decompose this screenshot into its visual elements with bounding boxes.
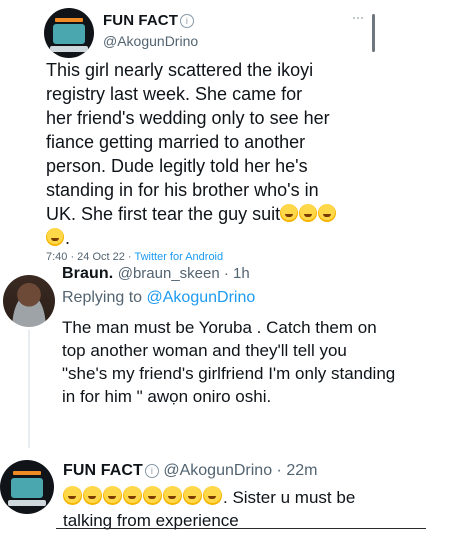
laughing-emoji-icon [163, 486, 182, 505]
reply2-line-text: . Sister u must be [223, 488, 356, 507]
tweet-body: This girl nearly scattered the ikoyi reg… [46, 58, 376, 250]
laughing-emoji-icon [318, 204, 337, 222]
reply-handle-time[interactable]: @braun_skeen · 1h [118, 265, 250, 282]
tweet-source-link[interactable]: Twitter for Android [134, 251, 223, 263]
laughing-emoji-icon [203, 486, 222, 505]
replying-to: Replying to @AkogunDrino [62, 289, 255, 307]
info-circle-icon: i [179, 14, 194, 28]
thread-line [28, 330, 30, 448]
reply2-line: . Sister u must be [63, 486, 463, 509]
tweet-line: her friend's wedding only to see her [46, 108, 330, 128]
tweet-line: This girl nearly scattered the ikoyi [46, 60, 314, 80]
tweet-line: registry last week. She came for [46, 84, 303, 104]
tweet-meta: 7:40 · 24 Oct 22 · Twitter for Android [46, 251, 223, 263]
reply-body: The man must be Yoruba . Catch them on t… [62, 316, 462, 408]
avatar[interactable] [3, 275, 55, 327]
tweet-line-text: UK. She first tear the guy suit [46, 204, 281, 224]
laughing-emoji-icon [143, 486, 162, 505]
reply2-handle-time[interactable]: @AkogunDrino · 22m [163, 462, 317, 479]
tweet-line-last: UK. She first tear the guy suit [46, 202, 376, 226]
reply2-body: . Sister u must be talking from experien… [63, 486, 463, 532]
reply-line: The man must be Yoruba . Catch them on [62, 318, 377, 337]
replying-to-prefix: Replying to [62, 289, 147, 306]
scrollbar[interactable] [372, 14, 375, 52]
avatar[interactable] [44, 8, 94, 58]
author-handle[interactable]: @AkogunDrino [103, 33, 198, 49]
avatar[interactable] [0, 460, 54, 514]
laughing-emoji-icon [46, 228, 64, 246]
more-dots-icon[interactable] [353, 17, 367, 21]
laughing-emoji-icon [83, 486, 102, 505]
laughing-emoji-icon [299, 204, 318, 222]
laughing-emoji-icon [280, 204, 299, 222]
replying-to-link[interactable]: @AkogunDrino [147, 289, 256, 306]
divider [56, 528, 426, 529]
tweet-line-emoji: . [46, 226, 376, 250]
reply2-author-name[interactable]: FUN FACT [63, 462, 143, 479]
laughing-emoji-icon [63, 486, 82, 505]
reply-line: "she's my friend's girlfriend I'm only s… [62, 364, 396, 383]
reply2-header: FUN FACT i @AkogunDrino · 22m [63, 462, 317, 480]
reply-line: in for him " awọn oniro oshi. [62, 387, 272, 406]
laughing-emoji-icon [103, 486, 122, 505]
tweet-line-suffix: . [65, 228, 71, 248]
tweet-line: fiance getting married to another [46, 132, 306, 152]
laughing-emoji-icon [123, 486, 142, 505]
tweet-line: person. Dude legitly told her he's [46, 156, 308, 176]
reply-author-name[interactable]: Braun. [62, 265, 113, 282]
reply-line: top another woman and they'll tell you [62, 341, 347, 360]
tweet-timestamp[interactable]: 7:40 · 24 Oct 22 · [46, 251, 134, 263]
reply-header: Braun. @braun_skeen · 1h [62, 265, 250, 283]
author-name-text[interactable]: FUN FACT [103, 12, 178, 29]
author-name[interactable]: FUN FACT i [103, 12, 194, 29]
info-circle-icon: i [144, 464, 159, 478]
tweet-line: standing in for his brother who's in [46, 180, 319, 200]
laughing-emoji-icon [183, 486, 202, 505]
